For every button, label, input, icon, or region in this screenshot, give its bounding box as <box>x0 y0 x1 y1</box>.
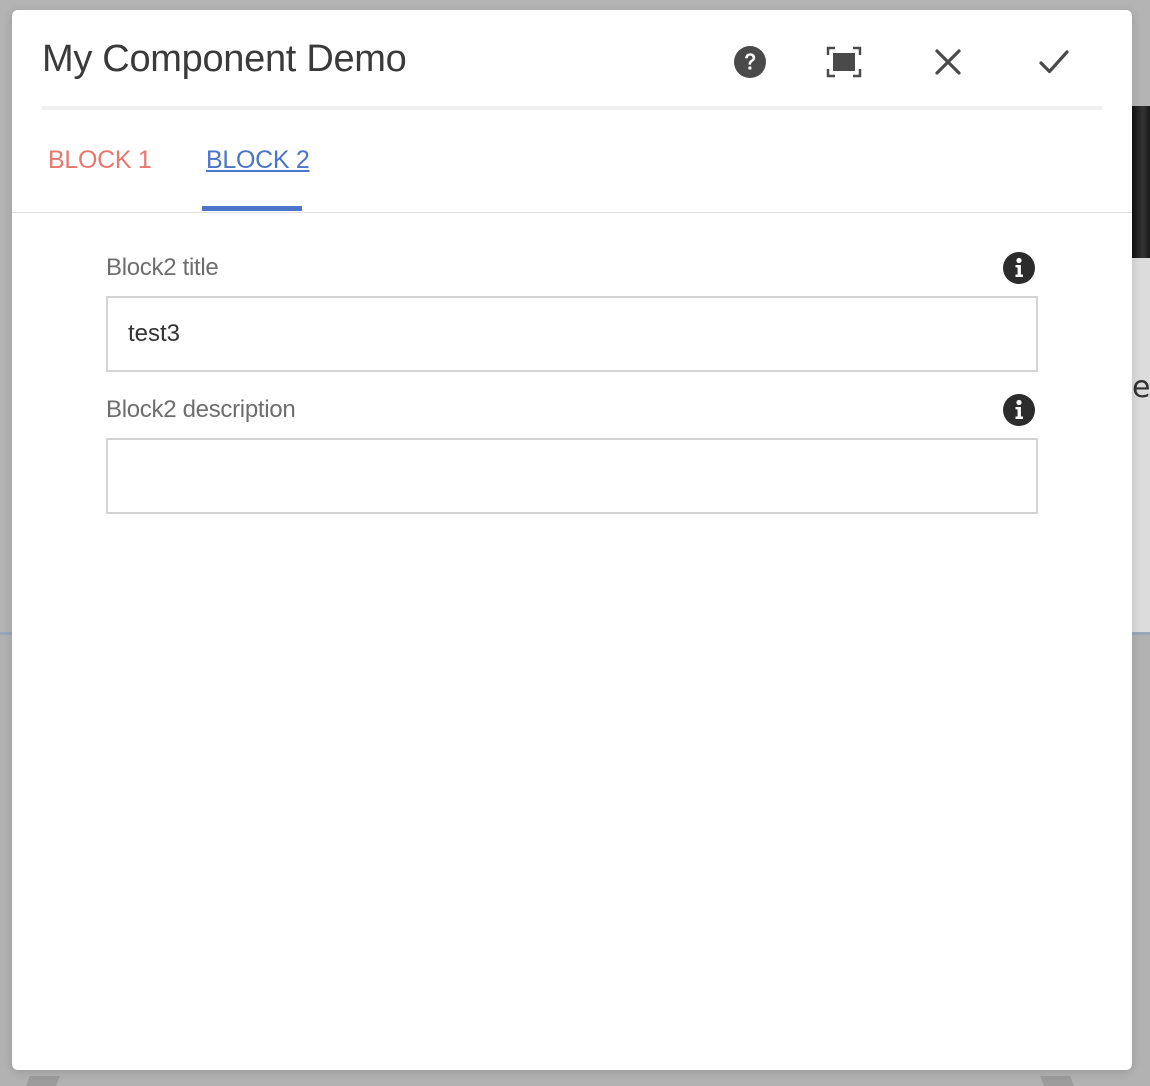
active-tab-indicator <box>202 206 302 211</box>
component-dialog: My Component Demo BLOCK 1 BLOCK 2 Block2… <box>12 10 1132 1070</box>
help-circle-icon <box>734 46 766 78</box>
tab-block-2[interactable]: BLOCK 2 <box>206 146 310 175</box>
block2-description-input[interactable] <box>106 438 1038 514</box>
background-image-strip <box>1132 106 1150 258</box>
done-button[interactable] <box>1032 40 1076 84</box>
background-content-area <box>1132 258 1150 632</box>
fullscreen-icon <box>826 46 862 78</box>
close-button[interactable] <box>926 40 970 84</box>
block2-description-label: Block2 description <box>106 396 296 423</box>
dialog-title: My Component Demo <box>42 38 407 80</box>
help-button[interactable] <box>728 40 772 84</box>
info-icon[interactable] <box>1002 251 1036 285</box>
background-corner-right <box>1040 1076 1074 1086</box>
background-corner-left <box>26 1076 60 1086</box>
fullscreen-button[interactable] <box>822 40 866 84</box>
dialog-header: My Component Demo <box>42 10 1102 110</box>
info-icon[interactable] <box>1002 393 1036 427</box>
block2-title-input[interactable] <box>106 296 1038 372</box>
tab-list: BLOCK 1 BLOCK 2 <box>12 114 1132 213</box>
tab-block-1[interactable]: BLOCK 1 <box>48 146 152 175</box>
close-icon <box>935 49 961 75</box>
checkmark-icon <box>1039 50 1069 74</box>
background-peek-text: ea <box>1132 370 1150 405</box>
block2-title-label: Block2 title <box>106 254 219 281</box>
